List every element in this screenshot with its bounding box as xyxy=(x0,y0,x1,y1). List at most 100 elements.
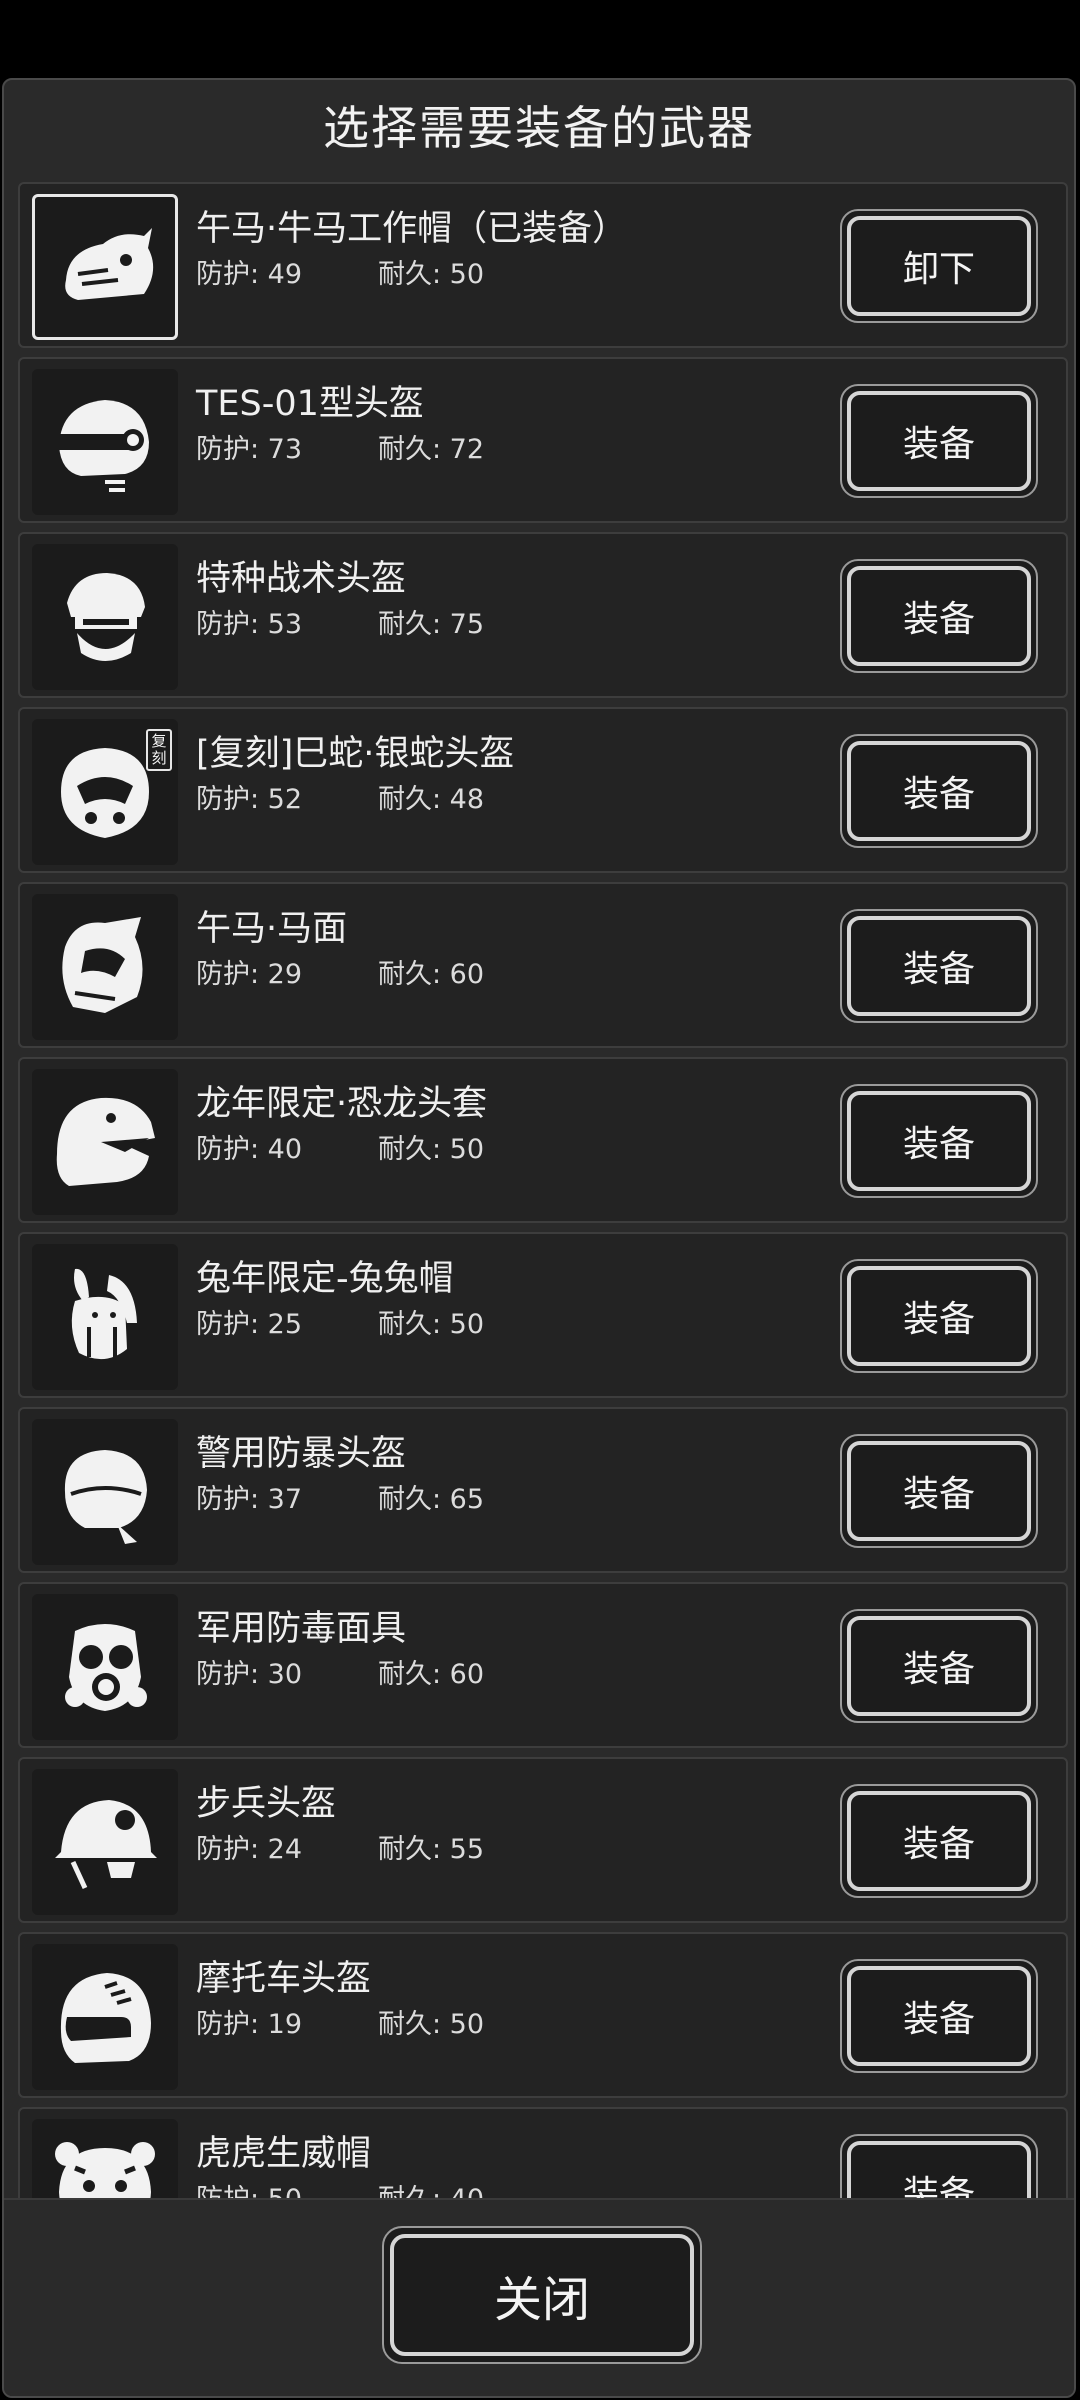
action-button-label: 装备 xyxy=(847,1266,1031,1366)
defense-stat: 防护: 29 xyxy=(196,959,303,990)
list-item: 虎虎生威帽防护: 50 耐久: 40 装备 xyxy=(18,2107,1068,2200)
equip-button[interactable]: 装备 xyxy=(840,1784,1038,1898)
action-button-label: 装备 xyxy=(847,1616,1031,1716)
equip-button[interactable]: 装备 xyxy=(840,1084,1038,1198)
item-name: 午马·牛马工作帽（已装备） xyxy=(196,209,628,249)
equip-button[interactable]: 装备 xyxy=(840,2134,1038,2200)
item-thumbnail[interactable] xyxy=(32,194,178,340)
defense-stat: 防护: 40 xyxy=(196,1134,303,1165)
item-thumbnail[interactable] xyxy=(32,1069,178,1215)
durability-stat: 耐久: 48 xyxy=(378,784,485,815)
durability-stat: 耐久: 65 xyxy=(378,1484,485,1515)
durability-stat: 耐久: 40 xyxy=(378,2184,485,2200)
durability-stat: 耐久: 60 xyxy=(378,1659,485,1690)
action-button-label: 装备 xyxy=(847,566,1031,666)
list-item: 摩托车头盔防护: 19 耐久: 50 装备 xyxy=(18,1932,1068,2098)
item-thumbnail[interactable] xyxy=(32,1419,178,1565)
reissue-badge: 复刻 xyxy=(146,729,172,771)
durability-stat: 耐久: 55 xyxy=(378,1834,485,1865)
action-button-label: 装备 xyxy=(847,391,1031,491)
item-name: 摩托车头盔 xyxy=(196,1959,372,1999)
close-button[interactable]: 关闭 xyxy=(382,2226,702,2364)
item-name: 兔年限定-兔兔帽 xyxy=(196,1259,454,1299)
defense-stat: 防护: 37 xyxy=(196,1484,303,1515)
list-item: 龙年限定·恐龙头套防护: 40 耐久: 50 装备 xyxy=(18,1057,1068,1223)
action-button-label: 装备 xyxy=(847,916,1031,1016)
equip-button[interactable]: 装备 xyxy=(840,384,1038,498)
equip-button[interactable]: 装备 xyxy=(840,1259,1038,1373)
motorcycle-helmet-icon xyxy=(60,1973,151,2063)
item-thumbnail[interactable]: 复刻 xyxy=(32,719,178,865)
equip-button[interactable]: 装备 xyxy=(840,734,1038,848)
equip-button[interactable]: 装备 xyxy=(840,559,1038,673)
tiger-hat-icon xyxy=(55,2142,155,2200)
defense-stat: 防护: 53 xyxy=(196,609,303,640)
durability-stat: 耐久: 75 xyxy=(378,609,485,640)
durability-stat: 耐久: 72 xyxy=(378,434,485,465)
weapon-select-dialog: 选择需要装备的武器 午马·牛马工作帽（已装备） 防护: 49 耐久: 50 卸下 TES… xyxy=(2,78,1076,2398)
list-item: 午马·牛马工作帽（已装备） 防护: 49 耐久: 50 卸下 xyxy=(18,182,1068,348)
defense-stat: 防护: 52 xyxy=(196,784,303,815)
item-thumbnail[interactable] xyxy=(32,1594,178,1740)
item-name: 特种战术头盔 xyxy=(196,559,407,599)
dialog-footer: 关闭 xyxy=(4,2198,1074,2396)
bunny-hat-icon xyxy=(71,1268,137,1360)
defense-stat: 防护: 50 xyxy=(196,2184,303,2200)
list-item: TES-01型头盔防护: 73 耐久: 72 装备 xyxy=(18,357,1068,523)
item-thumbnail[interactable] xyxy=(32,894,178,1040)
durability-stat: 耐久: 50 xyxy=(378,2009,485,2040)
item-name: 午马·马面 xyxy=(196,909,348,949)
list-item: 特种战术头盔防护: 53 耐久: 75 装备 xyxy=(18,532,1068,698)
infantry-helmet-icon xyxy=(55,1800,157,1890)
durability-stat: 耐久: 50 xyxy=(378,1309,485,1340)
list-item: 警用防暴头盔防护: 37 耐久: 65 装备 xyxy=(18,1407,1068,1573)
action-button-label: 装备 xyxy=(847,2141,1031,2200)
equip-button[interactable]: 装备 xyxy=(840,909,1038,1023)
item-name: 步兵头盔 xyxy=(196,1784,337,1824)
list-item: 兔年限定-兔兔帽防护: 25 耐久: 50 装备 xyxy=(18,1232,1068,1398)
durability-stat: 耐久: 50 xyxy=(378,1134,485,1165)
item-name: 军用防毒面具 xyxy=(196,1609,407,1649)
defense-stat: 防护: 25 xyxy=(196,1309,303,1340)
defense-stat: 防护: 19 xyxy=(196,2009,303,2040)
list-item: 复刻 [复刻]巳蛇·银蛇头盔防护: 52 耐久: 48 装备 xyxy=(18,707,1068,873)
riot-helmet-icon xyxy=(64,1450,147,1544)
action-button-label: 装备 xyxy=(847,1441,1031,1541)
item-name: 龙年限定·恐龙头套 xyxy=(196,1084,488,1124)
list-item: 军用防毒面具防护: 30 耐久: 60 装备 xyxy=(18,1582,1068,1748)
item-name: 虎虎生威帽 xyxy=(196,2134,372,2174)
durability-stat: 耐久: 60 xyxy=(378,959,485,990)
durability-stat: 耐久: 50 xyxy=(378,259,485,290)
item-thumbnail[interactable] xyxy=(32,369,178,515)
action-button-label: 装备 xyxy=(847,1791,1031,1891)
equipment-list[interactable]: 午马·牛马工作帽（已装备） 防护: 49 耐久: 50 卸下 TES-01型头盔防护: … xyxy=(18,182,1068,2200)
action-button-label: 装备 xyxy=(847,1091,1031,1191)
action-button-label: 卸下 xyxy=(847,216,1031,316)
item-thumbnail[interactable] xyxy=(32,2119,178,2200)
tactical-helmet-icon xyxy=(67,573,145,661)
defense-stat: 防护: 24 xyxy=(196,1834,303,1865)
equip-button[interactable]: 装备 xyxy=(840,1959,1038,2073)
horse-mask-icon xyxy=(62,917,143,1013)
dialog-title: 选择需要装备的武器 xyxy=(323,101,755,155)
equip-button[interactable]: 装备 xyxy=(840,1609,1038,1723)
list-item: 步兵头盔防护: 24 耐久: 55 装备 xyxy=(18,1757,1068,1923)
dino-hood-icon xyxy=(56,1097,155,1186)
item-thumbnail[interactable] xyxy=(32,1944,178,2090)
item-name: [复刻]巳蛇·银蛇头盔 xyxy=(196,734,515,774)
item-thumbnail[interactable] xyxy=(32,1769,178,1915)
equip-button[interactable]: 装备 xyxy=(840,1434,1038,1548)
item-name: 警用防暴头盔 xyxy=(196,1434,407,1474)
list-item: 午马·马面防护: 29 耐久: 60 装备 xyxy=(18,882,1068,1048)
defense-stat: 防护: 73 xyxy=(196,434,303,465)
item-name: TES-01型头盔 xyxy=(196,384,424,424)
defense-stat: 防护: 30 xyxy=(196,1659,303,1690)
ox-cap-icon xyxy=(65,228,154,300)
close-button-label: 关闭 xyxy=(390,2234,694,2356)
item-thumbnail[interactable] xyxy=(32,1244,178,1390)
unequip-button[interactable]: 卸下 xyxy=(840,209,1038,323)
action-button-label: 装备 xyxy=(847,741,1031,841)
action-button-label: 装备 xyxy=(847,1966,1031,2066)
item-thumbnail[interactable] xyxy=(32,544,178,690)
defense-stat: 防护: 49 xyxy=(196,259,303,290)
